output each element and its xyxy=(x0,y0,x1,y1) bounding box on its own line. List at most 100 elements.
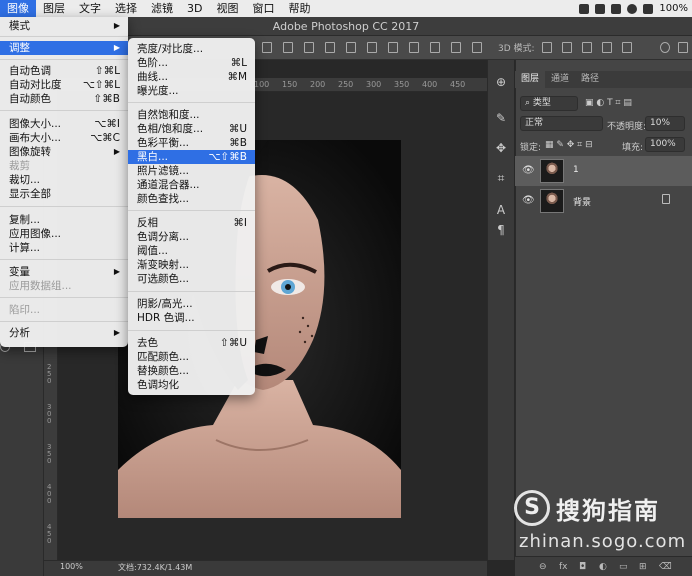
menu-item-brightness-contrast[interactable]: 亮度/对比度... xyxy=(128,42,255,56)
filter-icons[interactable]: ▣ ◐ T ⌗ ▤ xyxy=(585,98,632,108)
new-group-icon[interactable]: ▭ xyxy=(619,562,628,572)
filter-kind-select[interactable]: ⌕ 类型 xyxy=(520,96,578,111)
pan-3d-icon[interactable] xyxy=(582,42,592,53)
menu-item-reveal-all[interactable]: 显示全部 xyxy=(0,187,128,201)
delete-layer-icon[interactable]: ⌫ xyxy=(659,562,672,572)
menu-item-image-rotation[interactable]: 图像旋转 ▶ xyxy=(0,145,128,159)
menu-item-mode[interactable]: 模式 ▶ xyxy=(0,19,128,33)
menu-item-replace-color[interactable]: 替换颜色... xyxy=(128,364,255,378)
menu-item-vibrance[interactable]: 自然饱和度... xyxy=(128,108,255,122)
menu-item-analysis[interactable]: 分析 ▶ xyxy=(0,326,128,340)
brush-settings-icon[interactable]: ✎ xyxy=(493,110,509,126)
menu-help[interactable]: 帮助 xyxy=(281,0,317,17)
menu-item-adjustments[interactable]: 调整 ▶ xyxy=(0,41,128,55)
link-layers-icon[interactable]: ⊖ xyxy=(539,562,547,572)
menu-select[interactable]: 选择 xyxy=(108,0,144,17)
align-middle-icon[interactable] xyxy=(283,42,293,53)
sound-icon[interactable] xyxy=(595,3,606,14)
menu-item-channel-mixer[interactable]: 通道混合器... xyxy=(128,178,255,192)
lock-icon[interactable] xyxy=(662,194,670,204)
menu-item-auto-contrast[interactable]: 自动对比度 ⌥⇧⌘L xyxy=(0,78,128,92)
menu-item-levels[interactable]: 色阶... ⌘L xyxy=(128,56,255,70)
menu-item-match-color[interactable]: 匹配颜色... xyxy=(128,350,255,364)
input-method-icon[interactable] xyxy=(611,3,622,14)
qq-icon[interactable] xyxy=(579,3,590,14)
menu-item-gradient-map[interactable]: 渐变映射... xyxy=(128,258,255,272)
menu-view[interactable]: 视图 xyxy=(209,0,245,17)
layer-row[interactable]: 👁 背景 xyxy=(515,186,692,216)
scale-3d-icon[interactable] xyxy=(622,42,632,53)
menu-type[interactable]: 文字 xyxy=(72,0,108,17)
menu-item-equalize[interactable]: 色调均化 xyxy=(128,378,255,392)
add-mask-icon[interactable]: ◘ xyxy=(579,562,586,572)
menu-item-variables[interactable]: 变量 ▶ xyxy=(0,265,128,279)
roll-3d-icon[interactable] xyxy=(562,42,572,53)
menu-item-hue-saturation[interactable]: 色相/饱和度... ⌘U xyxy=(128,122,255,136)
menu-item-color-lookup[interactable]: 颜色查找... xyxy=(128,192,255,206)
workspace-icon[interactable] xyxy=(678,42,688,53)
fx-button[interactable]: fx xyxy=(559,562,568,572)
menu-layer[interactable]: 图层 xyxy=(36,0,72,17)
tab-layers[interactable]: 图层 xyxy=(515,71,546,88)
menu-item-hdr-toning[interactable]: HDR 色调... xyxy=(128,311,255,325)
menu-item-exposure[interactable]: 曝光度... xyxy=(128,84,255,98)
menu-item-threshold[interactable]: 阈值... xyxy=(128,244,255,258)
distribute-bottom-icon[interactable] xyxy=(430,42,440,53)
fill-input[interactable]: 100% xyxy=(645,137,685,152)
orbit-3d-icon[interactable] xyxy=(542,42,552,53)
eye-icon[interactable]: 👁 xyxy=(522,165,535,176)
layer-row[interactable]: 👁 1 xyxy=(515,156,692,186)
menu-item-shadows-highlights[interactable]: 阴影/高光... xyxy=(128,297,255,311)
menu-image[interactable]: 图像 xyxy=(0,0,36,17)
document-info[interactable]: 文档:732.4K/1.43M xyxy=(118,562,192,573)
menu-item-desaturate[interactable]: 去色 ⇧⌘U xyxy=(128,336,255,350)
lock-icons[interactable]: ▦ ✎ ✥ ⌗ ⊟ xyxy=(545,140,593,150)
menu-item-canvas-size[interactable]: 画布大小... ⌥⌘C xyxy=(0,131,128,145)
distribute-right-icon[interactable] xyxy=(472,42,482,53)
align-left-icon[interactable] xyxy=(325,42,335,53)
crop-icon[interactable]: ⌗ xyxy=(493,170,509,186)
menu-item-curves[interactable]: 曲线... ⌘M xyxy=(128,70,255,84)
search-icon[interactable] xyxy=(660,42,670,53)
wifi-icon[interactable] xyxy=(627,3,638,14)
menu-window[interactable]: 窗口 xyxy=(245,0,281,17)
history-icon[interactable]: ⊕ xyxy=(493,74,509,90)
menu-divider xyxy=(0,59,128,60)
menu-item-apply-image[interactable]: 应用图像... xyxy=(0,227,128,241)
blend-mode-select[interactable]: 正常 xyxy=(520,116,603,131)
distribute-top-icon[interactable] xyxy=(388,42,398,53)
menu-item-black-white[interactable]: 黑白... ⌥⇧⌘B xyxy=(128,150,255,164)
menu-item-color-balance[interactable]: 色彩平衡... ⌘B xyxy=(128,136,255,150)
align-top-icon[interactable] xyxy=(262,42,272,53)
menu-item-label: 自动对比度 xyxy=(9,79,62,91)
menu-filter[interactable]: 滤镜 xyxy=(144,0,180,17)
tab-channels[interactable]: 通道 xyxy=(545,71,575,88)
adjustment-layer-icon[interactable]: ◐ xyxy=(599,562,607,572)
paragraph-icon[interactable]: ¶ xyxy=(493,222,509,238)
menu-item-posterize[interactable]: 色调分离... xyxy=(128,230,255,244)
menu-item-invert[interactable]: 反相 ⌘I xyxy=(128,216,255,230)
menu-item-auto-tone[interactable]: 自动色调 ⇧⌘L xyxy=(0,64,128,78)
align-right-icon[interactable] xyxy=(367,42,377,53)
menu-item-duplicate[interactable]: 复制... xyxy=(0,213,128,227)
menu-3d[interactable]: 3D xyxy=(180,0,209,17)
menu-item-selective-color[interactable]: 可选颜色... xyxy=(128,272,255,286)
menu-item-auto-color[interactable]: 自动颜色 ⇧⌘B xyxy=(0,92,128,106)
align-center-icon[interactable] xyxy=(346,42,356,53)
character-icon[interactable]: A xyxy=(493,202,509,218)
slide-3d-icon[interactable] xyxy=(602,42,612,53)
airplay-icon[interactable] xyxy=(643,3,654,14)
menu-item-calculations[interactable]: 计算... xyxy=(0,241,128,255)
distribute-middle-icon[interactable] xyxy=(409,42,419,53)
distribute-left-icon[interactable] xyxy=(451,42,461,53)
clone-source-icon[interactable]: ✥ xyxy=(493,140,509,156)
tab-paths[interactable]: 路径 xyxy=(575,71,605,88)
new-layer-icon[interactable]: ⊞ xyxy=(639,562,647,572)
align-bottom-icon[interactable] xyxy=(304,42,314,53)
menu-item-trim[interactable]: 裁切... xyxy=(0,173,128,187)
zoom-level[interactable]: 100% xyxy=(60,562,83,571)
menu-item-photo-filter[interactable]: 照片滤镜... xyxy=(128,164,255,178)
menu-item-image-size[interactable]: 图像大小... ⌥⌘I xyxy=(0,117,128,131)
opacity-input[interactable]: 10% xyxy=(645,116,685,131)
eye-icon[interactable]: 👁 xyxy=(522,195,535,206)
